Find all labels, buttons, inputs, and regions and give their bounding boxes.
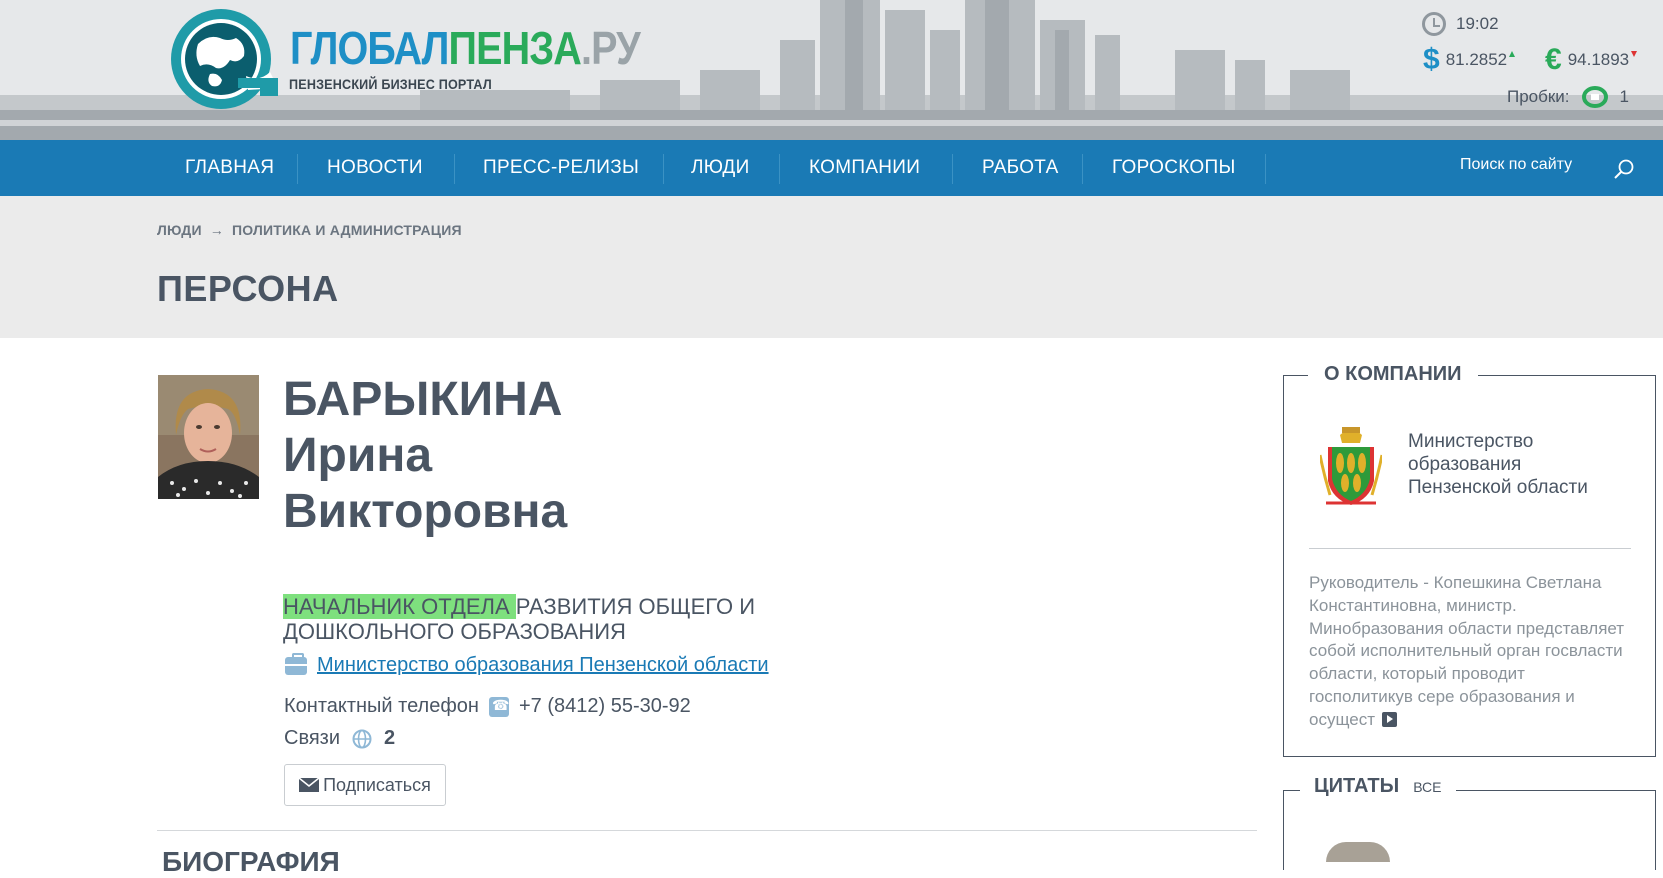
breadcrumb-politics[interactable]: ПОЛИТИКА И АДМИНИСТРАЦИЯ <box>232 222 462 238</box>
phone-icon <box>488 696 509 717</box>
nav-divider <box>454 154 455 184</box>
position-highlight: НАЧАЛЬНИК ОТДЕЛА <box>283 594 516 619</box>
subscribe-label: Подписаться <box>323 774 431 795</box>
eur-rate-value: 94.1893 <box>1567 50 1630 69</box>
clock-icon <box>1422 12 1446 36</box>
nav-divider <box>779 154 780 184</box>
globe-icon <box>352 729 372 748</box>
person-last-name: БАРЫКИНА <box>283 373 563 426</box>
phone-label: Контактный телефон <box>284 695 479 717</box>
nav-divider <box>1082 154 1083 184</box>
sidebar-divider <box>1309 548 1631 549</box>
company-description-text: Руководитель - Копешкина Светлана Конста… <box>1309 573 1625 729</box>
breadcrumb: ЛЮДИ → ПОЛИТИКА И АДМИНИСТРАЦИЯ <box>157 222 462 238</box>
company-row: Министерство образования Пензенской обла… <box>285 652 769 677</box>
phone-number: +7 (8412) 55-30-92 <box>518 695 691 717</box>
about-company-title: О КОМПАНИИ <box>1308 363 1478 386</box>
nav-item-companies[interactable]: КОМПАНИИ <box>809 140 920 196</box>
quotes-title: ЦИТАТЫ <box>1314 775 1400 797</box>
clock-widget: 19:02 <box>1422 12 1499 36</box>
nav-item-horoscopes[interactable]: ГОРОСКОПЫ <box>1112 140 1236 196</box>
trend-down-icon <box>1631 51 1638 57</box>
eur-rate-widget: € 94.1893 <box>1545 43 1638 76</box>
ministry-name[interactable]: Министерство образования Пензенской обла… <box>1408 430 1628 499</box>
search-icon[interactable] <box>1613 158 1635 180</box>
dollar-icon: $ <box>1423 43 1440 76</box>
logo-part-1: ГЛОБАЛ <box>290 22 449 74</box>
euro-icon: € <box>1545 43 1562 76</box>
person-patronymic: Викторовна <box>283 485 568 538</box>
main-navigation: ГЛАВНАЯ НОВОСТИ ПРЕСС-РЕЛИЗЫ ЛЮДИ КОМПАН… <box>0 140 1663 196</box>
globe-logo-icon[interactable] <box>168 6 280 112</box>
site-header: ГЛОБАЛПЕНЗА.РУ ПЕНЗЕНСКИЙ БИЗНЕС ПОРТАЛ … <box>0 0 1663 140</box>
logo-part-3: .РУ <box>581 22 641 74</box>
company-link[interactable]: Министерство образования Пензенской обла… <box>317 654 769 677</box>
quotes-all-link[interactable]: ВСЕ <box>1413 779 1441 795</box>
traffic-widget: Пробки: 1 <box>1507 84 1629 110</box>
logo-wordmark[interactable]: ГЛОБАЛПЕНЗА.РУ <box>290 22 641 74</box>
envelope-icon <box>299 777 320 792</box>
logo-subtitle: ПЕНЗЕНСКИЙ БИЗНЕС ПОРТАЛ <box>289 76 492 92</box>
contact-phone-row: Контактный телефон +7 (8412) 55-30-92 <box>284 695 691 718</box>
nav-item-main[interactable]: ГЛАВНАЯ <box>185 140 274 196</box>
subscribe-button[interactable]: Подписаться <box>284 764 446 806</box>
page-title: ПЕРСОНА <box>157 268 339 309</box>
quote-avatar <box>1326 842 1390 862</box>
connections-count[interactable]: 2 <box>384 727 395 750</box>
usd-rate-widget: $ 81.2852 <box>1423 43 1516 76</box>
nav-divider <box>1265 154 1266 184</box>
site-search-input[interactable]: Поиск по сайту <box>1460 140 1572 196</box>
current-time: 19:02 <box>1456 14 1499 33</box>
page-header-band <box>0 196 1663 338</box>
nav-item-press-releases[interactable]: ПРЕСС-РЕЛИЗЫ <box>483 140 639 196</box>
connections-row: Связи 2 <box>284 727 395 750</box>
nav-divider <box>297 154 298 184</box>
read-more-icon[interactable] <box>1381 711 1397 727</box>
logo-part-2: ПЕНЗА <box>448 22 582 74</box>
person-first-name: Ирина <box>283 429 433 482</box>
person-photo <box>158 375 259 499</box>
nav-item-people[interactable]: ЛЮДИ <box>691 140 750 196</box>
nav-divider <box>663 154 664 184</box>
traffic-level: 1 <box>1619 87 1629 106</box>
company-description: Руководитель - Копешкина Светлана Конста… <box>1309 572 1631 732</box>
connections-label: Связи <box>284 727 341 749</box>
nav-divider <box>952 154 953 184</box>
biography-heading: БИОГРАФИЯ <box>162 846 340 877</box>
breadcrumb-arrow: → <box>209 222 224 238</box>
person-position: НАЧАЛЬНИК ОТДЕЛА РАЗВИТИЯ ОБЩЕГО И ДОШКО… <box>283 594 803 644</box>
traffic-label: Пробки: <box>1507 87 1570 106</box>
usd-rate-value: 81.2852 <box>1445 50 1508 69</box>
briefcase-icon <box>285 652 307 675</box>
section-divider <box>157 830 1257 831</box>
traffic-light-icon <box>1581 86 1608 108</box>
nav-item-news[interactable]: НОВОСТИ <box>327 140 423 196</box>
person-full-name: БАРЫКИНА Ирина Викторовна <box>283 372 567 540</box>
nav-item-jobs[interactable]: РАБОТА <box>982 140 1059 196</box>
trend-up-icon <box>1509 51 1516 57</box>
quotes-header: ЦИТАТЫ ВСЕ <box>1300 775 1456 798</box>
coat-of-arms-icon[interactable] <box>1320 425 1382 509</box>
breadcrumb-people[interactable]: ЛЮДИ <box>157 222 202 238</box>
